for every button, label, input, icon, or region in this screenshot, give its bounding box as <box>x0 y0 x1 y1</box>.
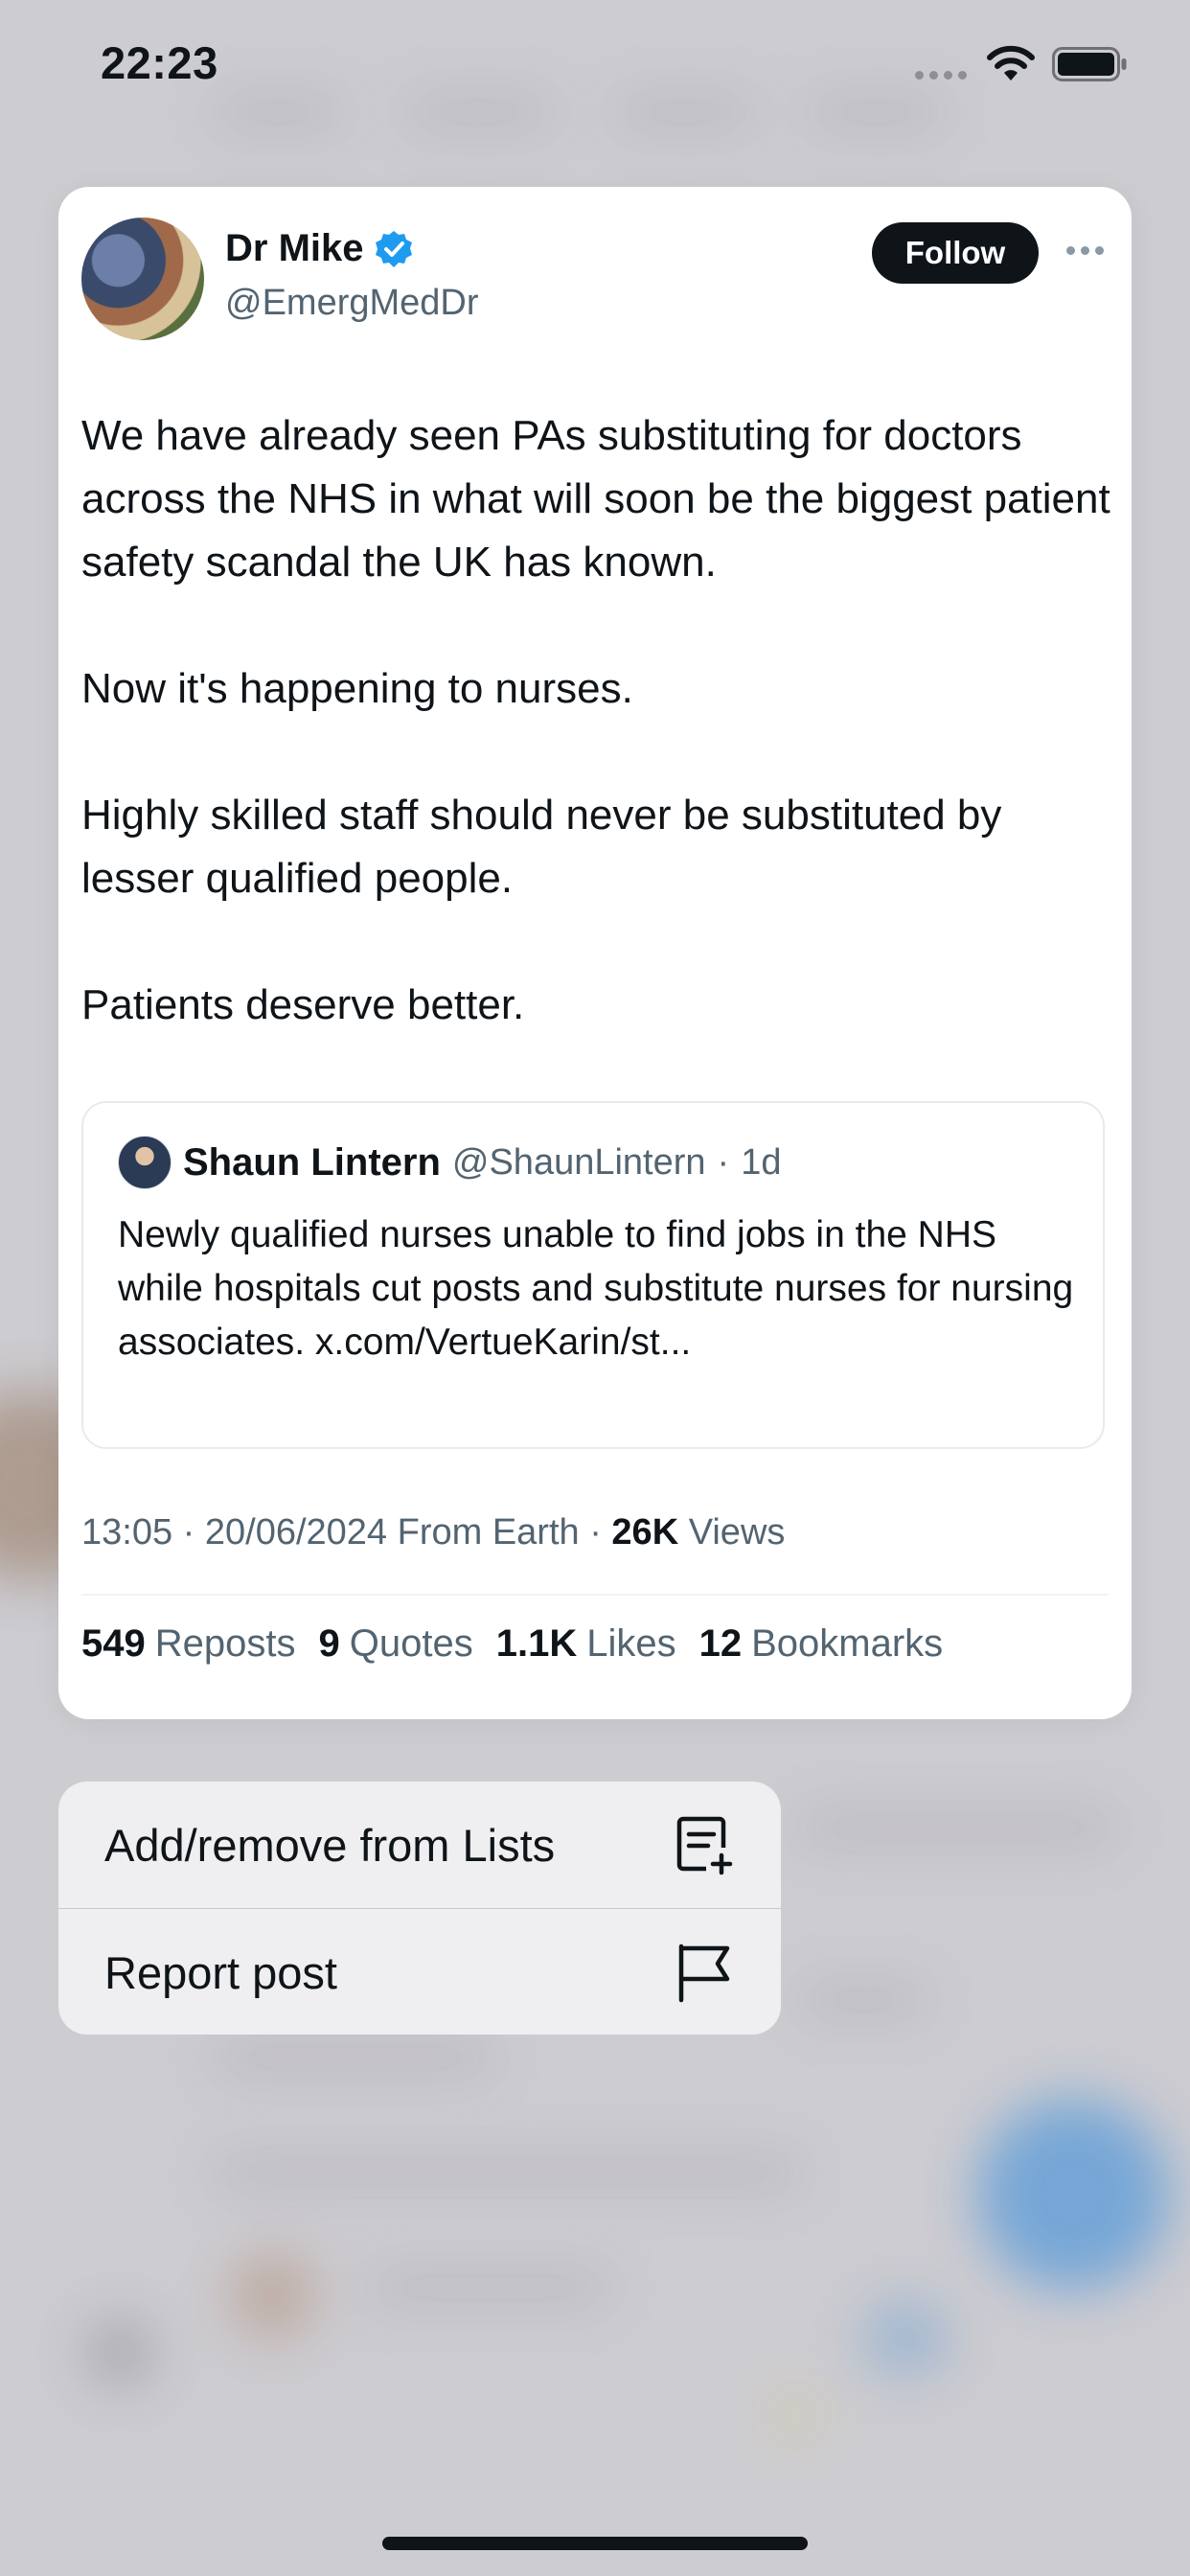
likes-stat[interactable]: 1.1K Likes <box>496 1622 676 1666</box>
quoted-post-time: 1d <box>741 1141 782 1183</box>
quoted-author-avatar <box>118 1136 172 1189</box>
menu-item-add-remove-lists[interactable]: Add/remove from Lists <box>58 1782 781 1908</box>
views-count: 26K <box>611 1512 679 1552</box>
quotes-count: 9 <box>318 1622 340 1665</box>
quoted-separator: · <box>717 1141 730 1183</box>
bookmarks-stat[interactable]: 12 Bookmarks <box>699 1622 944 1666</box>
reposts-stat[interactable]: 549 Reposts <box>81 1622 296 1666</box>
quoted-author-handle: @ShaunLintern <box>451 1141 706 1183</box>
follow-button[interactable]: Follow <box>872 222 1039 284</box>
post-timestamp: 13:05 · 20/06/2024 From Earth · <box>81 1512 602 1552</box>
author-avatar[interactable] <box>81 218 204 340</box>
author-handle[interactable]: @EmergMedDr <box>225 283 479 324</box>
quoted-author-name: Shaun Lintern <box>183 1140 441 1184</box>
likes-label: Likes <box>586 1622 676 1665</box>
bookmarks-label: Bookmarks <box>751 1622 944 1665</box>
background-text-line <box>211 2041 498 2074</box>
background-tab-icon <box>86 2319 153 2386</box>
likes-count: 1.1K <box>495 1622 578 1665</box>
author-name-row: Dr Mike <box>225 227 414 270</box>
post-paragraph: Patients deserve better. <box>81 981 525 1028</box>
list-add-icon <box>676 1816 733 1875</box>
quotes-label: Quotes <box>349 1622 473 1665</box>
more-options-icon[interactable] <box>1066 246 1104 255</box>
background-text-line <box>364 2271 613 2304</box>
context-menu: Add/remove from Lists Report post <box>58 1782 781 2035</box>
menu-item-label: Report post <box>104 1946 337 1998</box>
reposts-count: 549 <box>81 1622 146 1665</box>
background-text-line <box>795 1811 1121 1844</box>
quoted-post-text: Newly qualified nurses unable to find jo… <box>118 1214 1074 1363</box>
background-tab-icon <box>767 2386 824 2444</box>
post-paragraph: We have already seen PAs substituting fo… <box>81 412 1110 586</box>
post-paragraph: Highly skilled staff should never be sub… <box>81 792 1002 902</box>
home-indicator[interactable] <box>382 2537 808 2550</box>
flag-icon <box>678 1944 730 2003</box>
post-paragraph: Now it's happening to nurses. <box>81 665 633 712</box>
battery-icon <box>1052 47 1127 81</box>
quoted-post[interactable]: Shaun Lintern @ShaunLintern · 1d Newly q… <box>81 1101 1105 1449</box>
status-bar: 22:23 <box>0 0 1190 134</box>
background-tab-icon <box>862 2300 949 2377</box>
reposts-label: Reposts <box>154 1622 296 1665</box>
quoted-post-header: Shaun Lintern @ShaunLintern · 1d <box>118 1136 781 1189</box>
views-label: Views <box>688 1512 786 1552</box>
post-metadata: 13:05 · 20/06/2024 From Earth · 26K View… <box>81 1512 785 1553</box>
quotes-stat[interactable]: 9 Quotes <box>319 1622 473 1666</box>
menu-item-label: Add/remove from Lists <box>104 1819 556 1871</box>
menu-item-report-post[interactable]: Report post <box>58 1909 781 2035</box>
background-avatar <box>230 2252 316 2338</box>
wifi-icon <box>987 45 1035 80</box>
stats-divider <box>81 1594 1109 1596</box>
background-compose-fab <box>977 2099 1169 2290</box>
status-time: 22:23 <box>101 37 218 88</box>
post-text: We have already seen PAs substituting fo… <box>81 404 1116 1037</box>
verified-badge-icon <box>375 230 412 267</box>
background-text-line <box>795 1984 929 2016</box>
post-stats: 549 Reposts 9 Quotes 1.1K Likes 12 Bookm… <box>81 1622 943 1666</box>
post-card: Dr Mike @EmergMedDr Follow We have alrea… <box>58 187 1132 1719</box>
cellular-signal-icon <box>915 71 967 80</box>
bookmarks-count: 12 <box>698 1622 743 1665</box>
background-text-line <box>211 2156 805 2189</box>
author-display-name[interactable]: Dr Mike <box>225 227 364 270</box>
